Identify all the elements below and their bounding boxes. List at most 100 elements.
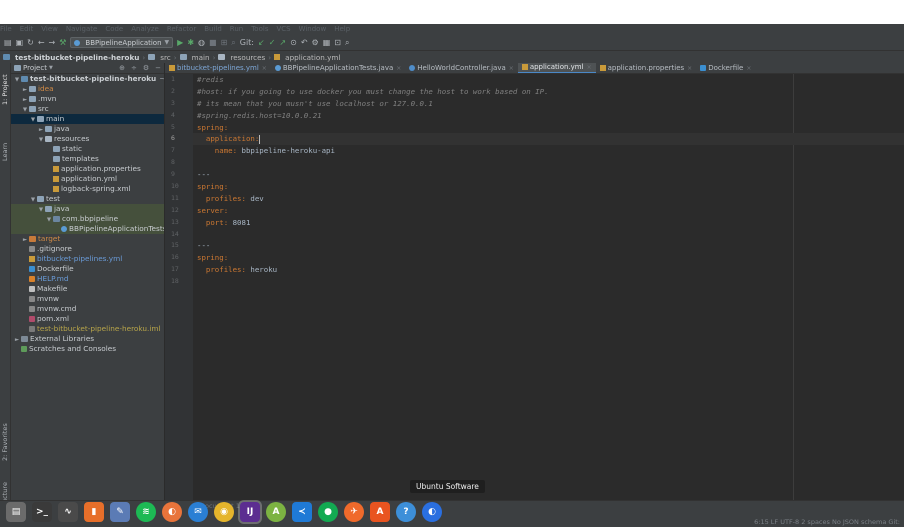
- tree-item[interactable]: ► idea: [11, 84, 164, 94]
- tree-item[interactable]: application.properties: [11, 164, 164, 174]
- tree-item[interactable]: mvnw: [11, 294, 164, 304]
- code-line[interactable]: #spring.redis.host=10.0.0.21: [193, 110, 904, 122]
- vscode-icon[interactable]: ≺: [292, 502, 312, 522]
- collapsed-arrow-icon[interactable]: ►: [13, 335, 21, 344]
- expanded-arrow-icon[interactable]: ▼: [29, 195, 37, 204]
- terminal-toolbar-icon[interactable]: ⊡: [334, 37, 341, 49]
- text-editor-icon[interactable]: ✎: [110, 502, 130, 522]
- run-icon[interactable]: ▶: [177, 37, 183, 49]
- tree-item[interactable]: ▼ com.bbpipeline: [11, 214, 164, 224]
- code-line[interactable]: profiles: dev: [193, 193, 904, 205]
- code-line[interactable]: #host: if you going to use docker you mu…: [193, 86, 904, 98]
- stop-icon[interactable]: ■: [209, 37, 217, 49]
- git-commit-icon[interactable]: ✓: [269, 37, 276, 49]
- run-configuration-select[interactable]: BBPipelineApplication ▼: [70, 37, 174, 48]
- collapsed-arrow-icon[interactable]: ►: [21, 85, 29, 94]
- editor-tab[interactable]: Dockerfile ×: [696, 63, 755, 73]
- tree-item[interactable]: Dockerfile: [11, 264, 164, 274]
- close-icon[interactable]: ×: [746, 65, 751, 72]
- favorites-tool-tab[interactable]: 2: Favorites: [1, 423, 9, 461]
- menu-item[interactable]: Edit: [20, 24, 34, 35]
- tree-item[interactable]: Scratches and Consoles: [11, 344, 164, 354]
- intellij-icon[interactable]: IJ: [240, 502, 260, 522]
- menu-item[interactable]: Window: [299, 24, 327, 35]
- collapsed-arrow-icon[interactable]: ►: [21, 235, 29, 244]
- tree-item[interactable]: ▼ test: [11, 194, 164, 204]
- code-line[interactable]: name: bbpipeline-heroku-api: [193, 145, 904, 157]
- menu-item[interactable]: View: [41, 24, 58, 35]
- menu-item[interactable]: File: [0, 24, 12, 35]
- collapsed-arrow-icon[interactable]: ►: [21, 95, 29, 104]
- tree-item[interactable]: logback-spring.xml: [11, 184, 164, 194]
- tree-item[interactable]: templates: [11, 154, 164, 164]
- code-line[interactable]: profiles: heroku: [193, 264, 904, 276]
- breadcrumb-main[interactable]: main: [192, 53, 210, 62]
- editor-tab[interactable]: bitbucket-pipelines.yml ×: [165, 63, 271, 73]
- ubuntu-software-icon[interactable]: A: [370, 502, 390, 522]
- tree-item[interactable]: ▼ main: [11, 114, 164, 124]
- code-line[interactable]: #redis: [193, 74, 904, 86]
- close-icon[interactable]: ×: [262, 65, 267, 72]
- tree-item[interactable]: Makefile: [11, 284, 164, 294]
- tree-item[interactable]: bitbucket-pipelines.yml: [11, 254, 164, 264]
- build-icon[interactable]: ⊞: [221, 37, 228, 49]
- collapsed-arrow-icon[interactable]: ►: [37, 125, 45, 134]
- tree-item[interactable]: ▼ test-bitbucket-pipeline-heroku~/w: [11, 74, 164, 84]
- git-push-icon[interactable]: ↗: [279, 37, 286, 49]
- tree-item[interactable]: ▼ java: [11, 204, 164, 214]
- expanded-arrow-icon[interactable]: ▼: [37, 205, 45, 214]
- git-history-icon[interactable]: ⊙: [290, 37, 297, 49]
- gear-icon[interactable]: ⚙: [143, 64, 149, 72]
- menu-item[interactable]: Navigate: [66, 24, 97, 35]
- expanded-arrow-icon[interactable]: ▼: [29, 115, 37, 124]
- structure-icon[interactable]: ▦: [323, 37, 331, 49]
- help-icon[interactable]: ?: [396, 502, 416, 522]
- expanded-arrow-icon[interactable]: ▼: [45, 215, 53, 224]
- editor-tab[interactable]: BBPipelineApplicationTests.java ×: [271, 63, 405, 73]
- tree-item[interactable]: application.yml: [11, 174, 164, 184]
- spotify-icon[interactable]: ≋: [136, 502, 156, 522]
- git-revert-icon[interactable]: ↶: [301, 37, 308, 49]
- tree-item[interactable]: ► java: [11, 124, 164, 134]
- close-icon[interactable]: ×: [396, 65, 401, 72]
- save-icon[interactable]: ▣: [16, 37, 24, 49]
- code-line[interactable]: server:: [193, 205, 904, 217]
- chrome-icon[interactable]: ◉: [214, 502, 234, 522]
- tree-item[interactable]: test-bitbucket-pipeline-heroku.iml: [11, 324, 164, 334]
- android-studio-icon[interactable]: A: [266, 502, 286, 522]
- menu-item[interactable]: Help: [334, 24, 350, 35]
- collapse-all-icon[interactable]: ÷: [131, 64, 137, 72]
- chevron-down-icon[interactable]: ▼: [49, 65, 53, 71]
- tree-item[interactable]: HELP.md: [11, 274, 164, 284]
- expanded-arrow-icon[interactable]: ▼: [21, 105, 29, 114]
- code-line[interactable]: [193, 229, 904, 241]
- code-line[interactable]: ---: [193, 240, 904, 252]
- forward-icon[interactable]: →: [49, 37, 56, 49]
- code-line[interactable]: port: 8081: [193, 217, 904, 229]
- back-icon[interactable]: ←: [38, 37, 45, 49]
- tree-item[interactable]: ► target: [11, 234, 164, 244]
- breadcrumb-src[interactable]: src: [160, 53, 171, 62]
- close-icon[interactable]: ×: [509, 65, 514, 72]
- color-apps-icon[interactable]: ▮: [84, 502, 104, 522]
- code-line[interactable]: application:: [193, 133, 904, 146]
- files-icon[interactable]: ▤: [6, 502, 26, 522]
- menu-item[interactable]: Build: [204, 24, 222, 35]
- firefox-icon[interactable]: ◐: [162, 502, 182, 522]
- learn-tool-tab[interactable]: Learn: [1, 143, 9, 161]
- postman-icon[interactable]: ✈: [344, 502, 364, 522]
- editor-tab[interactable]: HelloWorldController.java ×: [405, 63, 518, 73]
- terminal-icon[interactable]: >_: [32, 502, 52, 522]
- code-line[interactable]: spring:: [193, 252, 904, 264]
- menu-item[interactable]: Analyze: [131, 24, 159, 35]
- tree-item[interactable]: BBPipelineApplicationTests: [11, 224, 164, 234]
- tree-item[interactable]: ► .mvn: [11, 94, 164, 104]
- project-view-select[interactable]: Project: [23, 64, 47, 72]
- code-line[interactable]: spring:: [193, 122, 904, 134]
- sync-icon[interactable]: ↻: [27, 37, 34, 49]
- tree-item[interactable]: pom.xml: [11, 314, 164, 324]
- breadcrumb-resources[interactable]: resources: [230, 53, 265, 62]
- code-line[interactable]: ---: [193, 169, 904, 181]
- mongodb-compass-icon[interactable]: ●: [318, 502, 338, 522]
- close-icon[interactable]: ×: [587, 64, 592, 71]
